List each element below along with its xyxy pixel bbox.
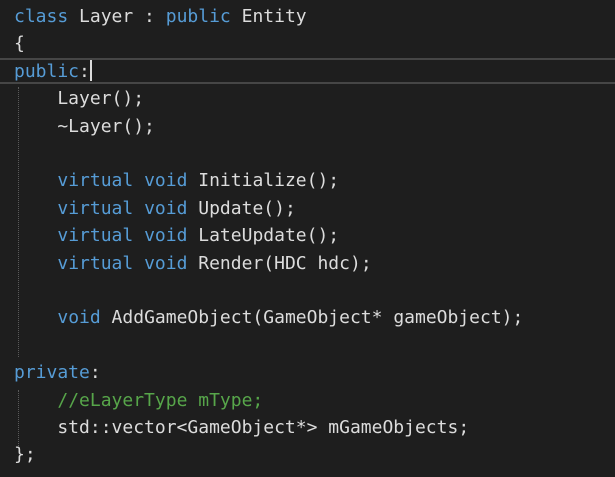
code-token: virtual: [57, 170, 134, 192]
code-token: void: [144, 170, 188, 192]
code-token: virtual: [57, 197, 134, 219]
code-token: std::vector<GameObject*> mGameObjects;: [14, 417, 470, 438]
code-line[interactable]: virtual void Render(HDC hdc);: [14, 250, 372, 277]
code-token: virtual: [57, 252, 134, 274]
code-token: void: [57, 307, 101, 329]
code-token: ~Layer();: [14, 115, 155, 137]
code-line[interactable]: void AddGameObject(GameObject* gameObjec…: [14, 304, 523, 331]
code-token: private: [14, 362, 90, 384]
code-token: Entity: [230, 6, 307, 27]
code-line[interactable]: Layer();: [14, 85, 144, 112]
code-line[interactable]: //eLayerType mType;: [14, 387, 263, 414]
code-token: Layer();: [14, 88, 145, 110]
code-token: AddGameObject(GameObject* gameObject);: [100, 307, 524, 329]
code-line[interactable]: virtual void Initialize();: [14, 167, 339, 194]
code-editor[interactable]: class Layer : public Entity { public: Laye…: [0, 0, 615, 477]
code-line[interactable]: ~Layer();: [14, 113, 155, 140]
code-line[interactable]: class Layer : public Entity: [14, 3, 307, 30]
code-line[interactable]: virtual void Update();: [14, 195, 296, 222]
code-line[interactable]: {: [14, 30, 25, 57]
code-token: :: [79, 60, 90, 82]
code-token: void: [144, 252, 188, 274]
code-token: virtual: [57, 225, 134, 247]
code-token: class: [14, 6, 69, 27]
code-token: Render(HDC hdc);: [187, 252, 372, 274]
code-token: {: [14, 33, 25, 55]
code-token: :: [89, 362, 101, 384]
text-cursor: [89, 59, 92, 81]
current-line-highlight: [0, 58, 615, 84]
code-token: Update();: [187, 197, 296, 219]
code-line[interactable]: virtual void LateUpdate();: [14, 222, 339, 249]
code-token: void: [144, 197, 188, 219]
code-token: LateUpdate();: [187, 225, 340, 247]
code-token: public: [14, 60, 80, 82]
code-line[interactable]: std::vector<GameObject*> mGameObjects;: [14, 414, 469, 441]
code-token: Layer :: [68, 6, 166, 27]
code-line[interactable]: public:: [14, 58, 92, 85]
code-token: public: [165, 6, 231, 27]
code-token: void: [144, 225, 188, 247]
code-token: Initialize();: [187, 170, 340, 192]
code-line[interactable]: private:: [14, 359, 101, 386]
code-line[interactable]: };: [14, 441, 36, 468]
code-token: //eLayerType mType;: [57, 389, 264, 411]
code-token: };: [14, 444, 36, 466]
